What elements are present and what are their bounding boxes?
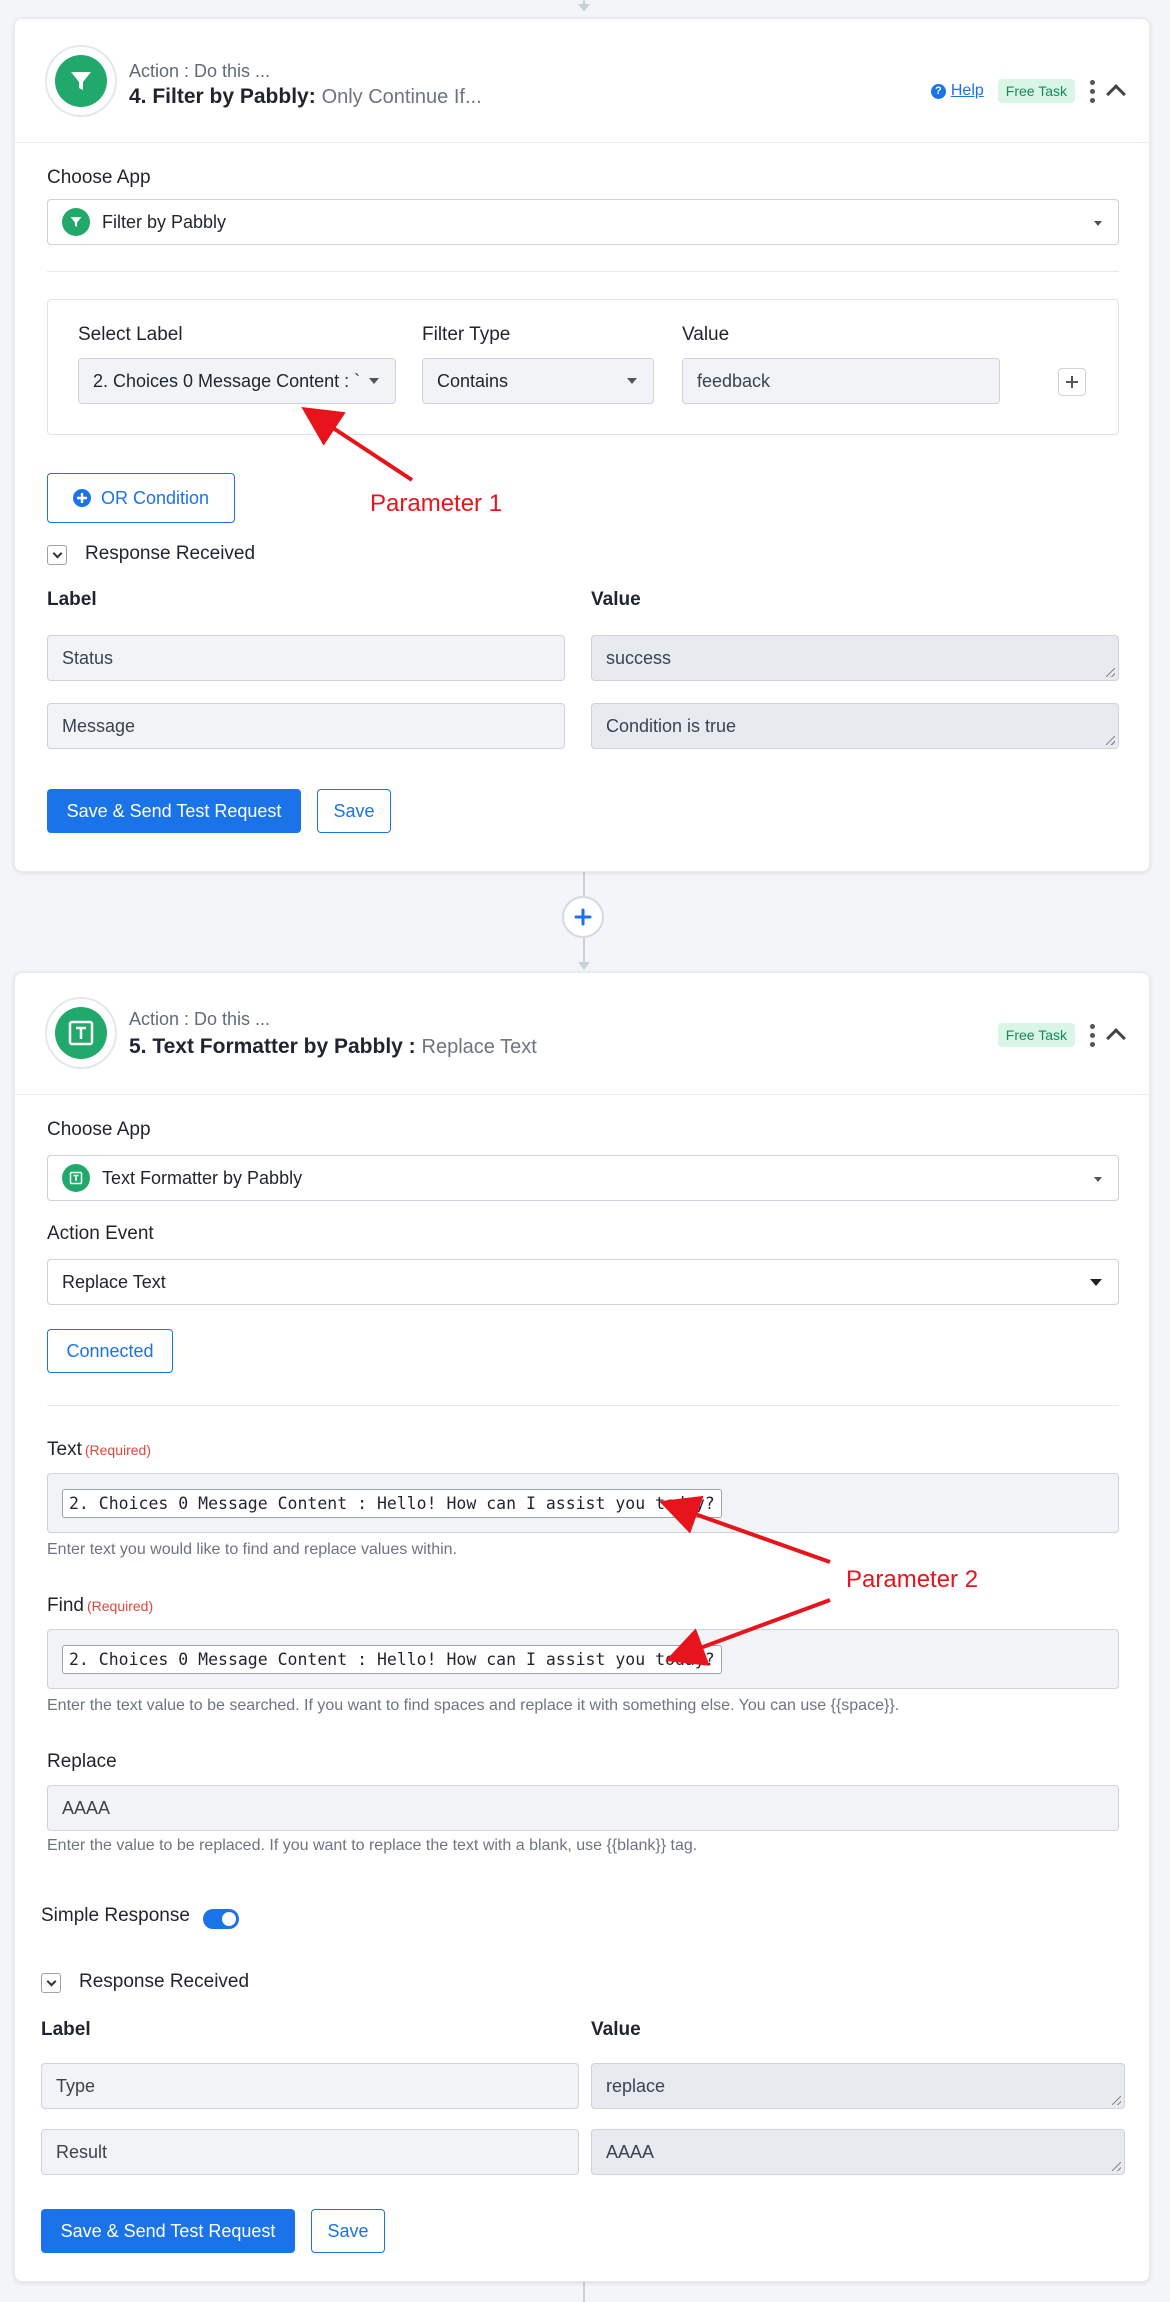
funnel-icon <box>71 72 91 90</box>
step-4-title: 4. Filter by Pabbly: Only Continue If... <box>129 85 482 108</box>
plus-circle-icon <box>72 489 91 507</box>
text-field-chip[interactable]: 2. Choices 0 Message Content : Hello! Ho… <box>62 1488 722 1518</box>
text-field-hint: Enter text you would like to find and re… <box>47 1541 458 1558</box>
connected-button[interactable]: Connected <box>47 1329 173 1373</box>
step-4-action-sub: Action : Do this ... <box>129 61 271 81</box>
step-5-header: Action : Do this ... 5. Text Formatter b… <box>15 973 1149 1095</box>
step-4-card: Action : Do this ... 4. Filter by Pabbly… <box>14 18 1150 872</box>
find-field-chip[interactable]: 2. Choices 0 Message Content : Hello! Ho… <box>62 1644 722 1674</box>
save-send-test-button[interactable]: Save & Send Test Request <box>47 789 301 833</box>
save-button[interactable]: Save <box>311 2209 385 2253</box>
chevron-up-icon[interactable] <box>1106 1028 1126 1048</box>
response-label-result: Result <box>41 2129 579 2175</box>
text-field-input[interactable]: 2. Choices 0 Message Content : Hello! Ho… <box>47 1473 1119 1533</box>
step-5-action-sub: Action : Do this ... <box>129 1009 271 1029</box>
or-condition-button[interactable]: OR Condition <box>47 473 235 523</box>
add-step-button[interactable] <box>562 896 604 938</box>
chevron-up-icon[interactable] <box>1106 84 1126 104</box>
response-collapse-toggle[interactable] <box>41 1973 61 1993</box>
response-label-type: Type <box>41 2063 579 2109</box>
funnel-icon <box>62 208 90 236</box>
simple-response-toggle[interactable] <box>203 1909 239 1929</box>
step-4-header-actions: ? Help Free Task <box>930 79 1126 104</box>
caret-down-icon <box>1094 221 1102 226</box>
choose-app-select[interactable]: Filter by Pabbly <box>47 199 1119 245</box>
response-value-status[interactable]: success <box>591 635 1119 681</box>
question-icon: ? <box>930 83 946 99</box>
caret-down-icon <box>1094 1177 1102 1182</box>
step-5-header-actions: Free Task <box>997 1023 1126 1048</box>
value-column-header: Value <box>591 589 641 610</box>
text-field-label: Text (Required) <box>47 1439 151 1460</box>
find-field-hint: Enter the text value to be searched. If … <box>47 1697 900 1714</box>
response-value-result[interactable]: AAAA <box>591 2129 1125 2175</box>
kebab-menu-icon[interactable] <box>1089 1023 1095 1047</box>
label-column-header: Label <box>47 589 97 610</box>
caret-down-icon <box>627 378 637 384</box>
save-send-test-button[interactable]: Save & Send Test Request <box>41 2209 295 2253</box>
filter-app-badge <box>45 45 117 117</box>
text-formatter-icon <box>68 1020 94 1046</box>
simple-response-label: Simple Response <box>41 1905 190 1926</box>
find-field-label: Find (Required) <box>47 1595 154 1616</box>
step-5-card: Action : Do this ... 5. Text Formatter b… <box>14 972 1150 2282</box>
filter-type-dropdown[interactable]: Contains <box>422 358 654 404</box>
free-task-badge: Free Task <box>997 79 1075 103</box>
add-filter-button[interactable] <box>1058 368 1086 396</box>
response-label-message: Message <box>47 703 565 749</box>
find-field-input[interactable]: 2. Choices 0 Message Content : Hello! Ho… <box>47 1629 1119 1689</box>
response-received-label: Response Received <box>85 543 256 564</box>
help-link[interactable]: ? Help <box>930 82 984 100</box>
filter-type-header: Filter Type <box>422 324 511 345</box>
label-column-header: Label <box>41 2019 91 2040</box>
free-task-badge: Free Task <box>997 1023 1075 1047</box>
choose-app-select[interactable]: Text Formatter by Pabbly <box>47 1155 1119 1201</box>
response-value-type[interactable]: replace <box>591 2063 1125 2109</box>
response-received-label: Response Received <box>79 1971 250 1992</box>
parameter-1-annotation: Parameter 1 <box>370 490 503 517</box>
choose-app-label: Choose App <box>47 1119 151 1140</box>
select-label-dropdown[interactable]: 2. Choices 0 Message Content : ` <box>78 358 396 404</box>
replace-field-label: Replace <box>47 1751 117 1772</box>
choose-app-label: Choose App <box>47 167 151 188</box>
filter-condition-box: Select Label Filter Type Value 2. Choice… <box>47 299 1119 435</box>
action-event-label: Action Event <box>47 1223 154 1244</box>
select-label-header: Select Label <box>78 324 183 345</box>
divider <box>47 271 1119 272</box>
replace-field-hint: Enter the value to be replaced. If you w… <box>47 1837 698 1854</box>
text-formatter-icon <box>62 1164 90 1192</box>
text-formatter-app-badge <box>45 997 117 1069</box>
replace-field-input[interactable]: AAAA <box>47 1785 1119 1831</box>
connector-arrow-middle <box>578 962 590 970</box>
step-4-header: Action : Do this ... 4. Filter by Pabbly… <box>15 19 1149 143</box>
connector-line-bottom <box>583 2282 585 2302</box>
step-5-title: 5. Text Formatter by Pabbly : Replace Te… <box>129 1035 537 1058</box>
caret-down-icon <box>1090 1279 1102 1286</box>
response-label-status: Status <box>47 635 565 681</box>
save-button[interactable]: Save <box>317 789 391 833</box>
filter-value-input[interactable]: feedback <box>682 358 1000 404</box>
response-collapse-toggle[interactable] <box>47 545 67 565</box>
value-column-header: Value <box>591 2019 641 2040</box>
plus-icon <box>574 908 592 926</box>
divider <box>47 1405 1119 1406</box>
connector-arrow-top <box>578 4 590 12</box>
value-header: Value <box>682 324 730 345</box>
plus-icon <box>1066 376 1078 388</box>
kebab-menu-icon[interactable] <box>1089 79 1095 103</box>
caret-down-icon <box>369 378 379 384</box>
action-event-select[interactable]: Replace Text <box>47 1259 1119 1305</box>
response-value-message[interactable]: Condition is true <box>591 703 1119 749</box>
connector-line-middle-upper <box>583 872 585 896</box>
parameter-2-annotation: Parameter 2 <box>846 1566 979 1593</box>
